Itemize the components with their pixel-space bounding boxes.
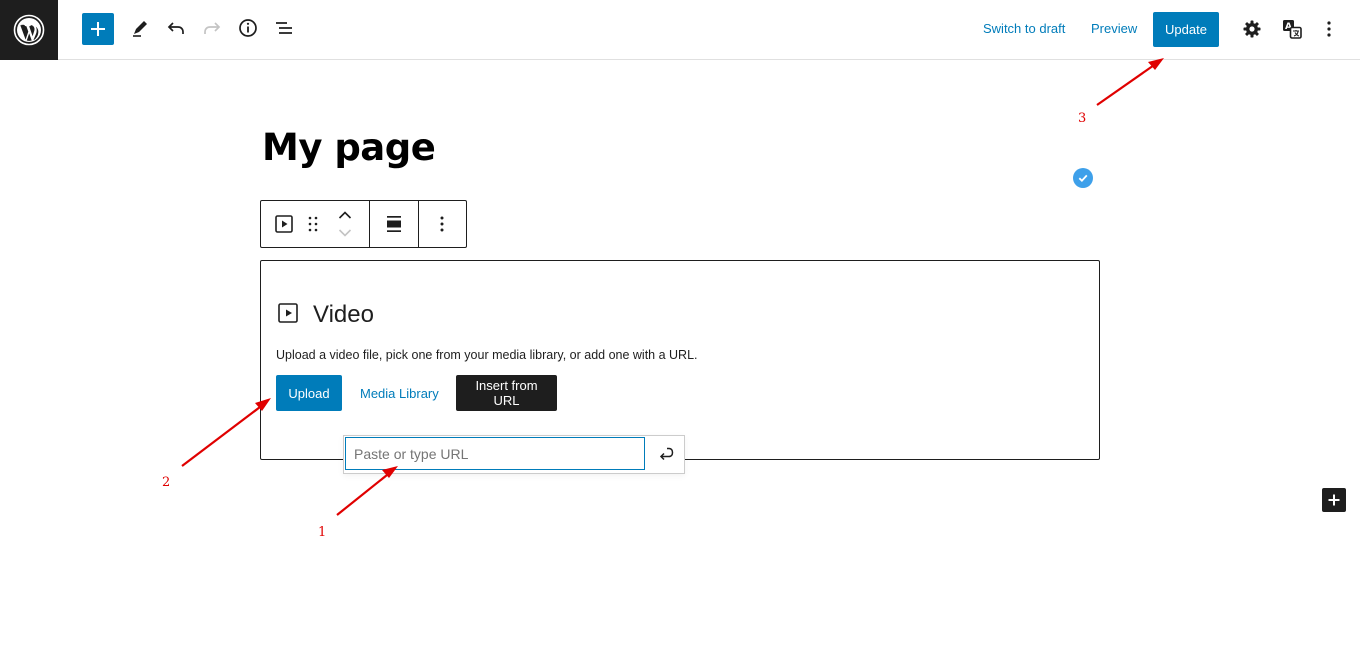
- add-block-button[interactable]: [1322, 488, 1346, 512]
- list-view-icon: [276, 22, 292, 34]
- plus-icon: [91, 22, 105, 36]
- move-up-button[interactable]: [334, 207, 356, 223]
- check-badge: [1073, 168, 1093, 188]
- url-input[interactable]: [345, 437, 645, 470]
- options-button[interactable]: [1313, 13, 1345, 45]
- toolbar-separator: [369, 201, 370, 247]
- block-type-button[interactable]: [271, 213, 297, 235]
- align-center-icon: [387, 216, 401, 232]
- editor-header: Switch to draft Preview Update A: [0, 0, 1360, 60]
- undo-icon: [167, 22, 184, 34]
- enter-icon: [659, 447, 674, 461]
- drag-handle[interactable]: [304, 213, 322, 235]
- annotation-label-1: 1: [318, 525, 327, 540]
- translate-icon: A: [1283, 20, 1302, 39]
- insert-from-url-button[interactable]: Insert from URL: [456, 375, 557, 411]
- block-toolbar: [260, 200, 467, 248]
- tools-button[interactable]: [124, 12, 156, 44]
- list-view-button[interactable]: [268, 12, 300, 44]
- wordpress-logo-button[interactable]: [0, 0, 58, 60]
- redo-button[interactable]: [196, 12, 228, 44]
- more-vertical-icon: [1327, 21, 1331, 37]
- url-popover: [343, 435, 685, 474]
- wordpress-logo-icon: [13, 14, 45, 46]
- annotation-label-3: 3: [1078, 111, 1087, 126]
- drag-handle-icon: [308, 216, 318, 232]
- align-button[interactable]: [381, 213, 407, 235]
- video-block[interactable]: Video Upload a video file, pick one from…: [260, 260, 1100, 460]
- gear-icon: [1243, 20, 1261, 38]
- move-down-button[interactable]: [334, 225, 356, 241]
- block-inserter-button[interactable]: [82, 13, 114, 45]
- undo-button[interactable]: [160, 12, 192, 44]
- checkmark-icon: [1078, 174, 1088, 182]
- video-block-instructions: Upload a video file, pick one from your …: [276, 348, 698, 362]
- pencil-icon: [133, 21, 147, 37]
- info-icon: [239, 19, 257, 37]
- switch-to-draft-button[interactable]: Switch to draft: [983, 21, 1065, 36]
- upload-button[interactable]: Upload: [276, 375, 342, 411]
- redo-icon: [204, 22, 221, 34]
- details-button[interactable]: [232, 12, 264, 44]
- plus-icon: [1328, 494, 1340, 506]
- video-icon: [277, 302, 299, 329]
- page-title[interactable]: My page: [262, 126, 436, 169]
- media-library-button[interactable]: Media Library: [356, 375, 443, 411]
- settings-button[interactable]: [1236, 13, 1268, 45]
- chevron-down-icon: [338, 229, 352, 237]
- video-block-title: Video: [313, 301, 374, 328]
- translate-button[interactable]: A: [1276, 13, 1308, 45]
- more-vertical-icon: [440, 216, 444, 232]
- block-options-button[interactable]: [431, 213, 453, 235]
- update-button[interactable]: Update: [1153, 12, 1219, 47]
- chevron-up-icon: [338, 211, 352, 219]
- preview-button[interactable]: Preview: [1091, 21, 1137, 36]
- video-icon: [275, 215, 293, 233]
- annotation-label-2: 2: [162, 475, 171, 490]
- toolbar-separator: [418, 201, 419, 247]
- url-submit-button[interactable]: [650, 439, 682, 469]
